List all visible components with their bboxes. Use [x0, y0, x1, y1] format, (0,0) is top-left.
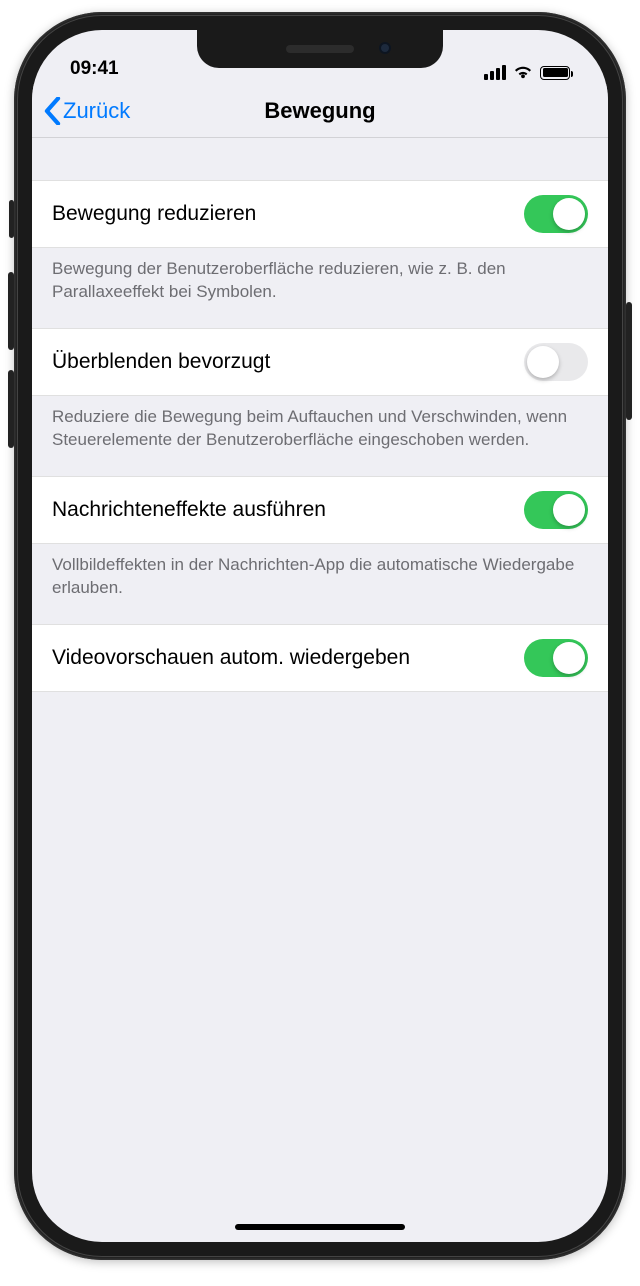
- front-camera: [379, 42, 391, 54]
- nav-bar: Zurück Bewegung: [32, 84, 608, 138]
- screen: 09:41 Zurück Bewegung: [32, 30, 608, 1242]
- volume-down-button[interactable]: [8, 370, 14, 448]
- chevron-left-icon: [44, 97, 61, 125]
- mute-switch[interactable]: [9, 200, 14, 238]
- settings-toggle[interactable]: [524, 195, 588, 233]
- power-button[interactable]: [626, 302, 632, 420]
- settings-toggle[interactable]: [524, 343, 588, 381]
- settings-row-label: Überblenden bevorzugt: [52, 350, 506, 374]
- notch: [197, 30, 443, 68]
- settings-row-footer: Bewegung der Benutzeroberfläche reduzier…: [32, 248, 608, 328]
- settings-list: Bewegung reduzieren Bewegung der Benutzer…: [32, 138, 608, 692]
- status-time: 09:41: [70, 58, 119, 80]
- settings-toggle[interactable]: [524, 639, 588, 677]
- back-button[interactable]: Zurück: [32, 97, 130, 125]
- home-indicator[interactable]: [235, 1224, 405, 1230]
- settings-toggle[interactable]: [524, 491, 588, 529]
- settings-row-footer: Reduziere die Bewegung beim Auftauchen u…: [32, 396, 608, 476]
- speaker-grille: [286, 45, 354, 53]
- wifi-icon: [513, 65, 533, 80]
- settings-row-footer: Vollbildeffekten in der Nachrichten-App …: [32, 544, 608, 624]
- settings-row-label: Nachrichteneffekte ausführen: [52, 498, 506, 522]
- settings-row: Nachrichteneffekte ausführen: [32, 476, 608, 544]
- volume-up-button[interactable]: [8, 272, 14, 350]
- device-frame: 09:41 Zurück Bewegung: [14, 12, 626, 1260]
- settings-row: Bewegung reduzieren: [32, 180, 608, 248]
- settings-row-label: Bewegung reduzieren: [52, 202, 506, 226]
- battery-icon: [540, 66, 570, 80]
- settings-row-label: Videovorschauen autom. wiedergeben: [52, 646, 506, 670]
- back-label: Zurück: [63, 98, 130, 124]
- cellular-signal-icon: [484, 65, 506, 80]
- settings-row: Videovorschauen autom. wiedergeben: [32, 624, 608, 692]
- settings-row: Überblenden bevorzugt: [32, 328, 608, 396]
